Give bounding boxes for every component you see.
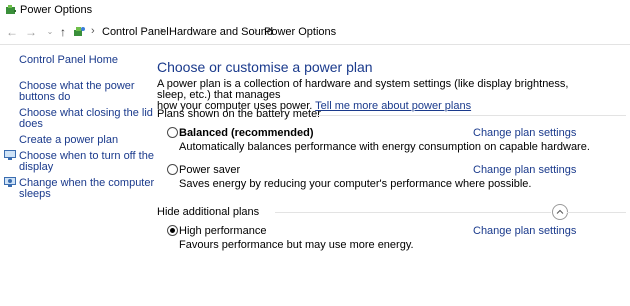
breadcrumb-control-panel[interactable]: Control Panel xyxy=(102,26,169,38)
sidebar-item-label: does xyxy=(19,118,43,130)
power-saver-plan-radio[interactable] xyxy=(167,164,178,175)
sidebar-item-power-buttons[interactable]: Choose what the power buttons do xyxy=(19,81,135,103)
breadcrumb-separator-icon: › xyxy=(91,25,95,37)
breadcrumb-power-options[interactable]: Power Options xyxy=(264,26,336,38)
change-plan-settings-link-high-performance[interactable]: Change plan settings xyxy=(473,225,576,237)
balanced-plan-description: Automatically balances performance with … xyxy=(179,141,590,153)
sidebar-item-computer-sleeps[interactable]: Change when the computer sleeps xyxy=(19,178,154,200)
high-performance-plan-name[interactable]: High performance xyxy=(179,225,266,237)
window-title: Power Options xyxy=(20,4,93,16)
breadcrumb-separator-icon: › xyxy=(160,25,164,37)
tell-me-more-link[interactable]: Tell me more about power plans xyxy=(315,100,471,112)
chevron-down-icon[interactable]: ⌄ xyxy=(43,24,57,40)
sidebar-item-turn-off-display[interactable]: Choose when to turn off the display xyxy=(19,151,154,173)
display-icon xyxy=(4,150,16,164)
power-saver-plan-description: Saves energy by reducing your computer's… xyxy=(179,178,532,190)
balanced-plan-radio[interactable] xyxy=(167,127,178,138)
sleep-icon xyxy=(4,177,16,191)
back-arrow-icon[interactable]: ← xyxy=(5,24,19,40)
change-plan-settings-link-power-saver[interactable]: Change plan settings xyxy=(473,164,576,176)
section-label-battery-meter: Plans shown on the battery meter xyxy=(157,108,321,120)
address-bar: ← → ⌄ ↑ › Control Panel › Hardware and S… xyxy=(0,20,630,45)
change-plan-settings-link-balanced[interactable]: Change plan settings xyxy=(473,127,576,139)
forward-arrow-icon[interactable]: → xyxy=(24,24,38,40)
high-performance-plan-radio[interactable] xyxy=(167,225,178,236)
chevron-up-icon xyxy=(556,209,564,214)
breadcrumb-separator-icon: › xyxy=(254,25,258,37)
sidebar-item-create-power-plan[interactable]: Create a power plan xyxy=(19,135,118,146)
power-saver-plan-name[interactable]: Power saver xyxy=(179,164,240,176)
title-bar: Power Options xyxy=(0,0,630,20)
balanced-plan-name[interactable]: Balanced (recommended) xyxy=(179,127,313,139)
control-panel-icon xyxy=(73,25,86,41)
section-label-hide-additional-plans[interactable]: Hide additional plans xyxy=(157,206,259,218)
sidebar-item-control-panel-home[interactable]: Control Panel Home xyxy=(19,55,118,66)
sidebar-item-label: buttons do xyxy=(19,91,71,103)
collapse-plans-button[interactable] xyxy=(552,204,568,220)
section-divider xyxy=(275,212,551,213)
description-line: A power plan is a collection of hardware… xyxy=(157,78,569,101)
page-title: Choose or customise a power plan xyxy=(157,59,373,75)
section-divider xyxy=(316,115,626,116)
up-arrow-icon[interactable]: ↑ xyxy=(56,24,70,40)
power-options-icon xyxy=(5,4,17,19)
sidebar-item-label: sleeps xyxy=(19,188,51,200)
high-performance-plan-description: Favours performance but may use more ene… xyxy=(179,239,414,251)
section-divider xyxy=(567,212,626,213)
sidebar-item-label: display xyxy=(19,161,54,173)
sidebar-item-closing-lid[interactable]: Choose what closing the lid does xyxy=(19,108,153,130)
